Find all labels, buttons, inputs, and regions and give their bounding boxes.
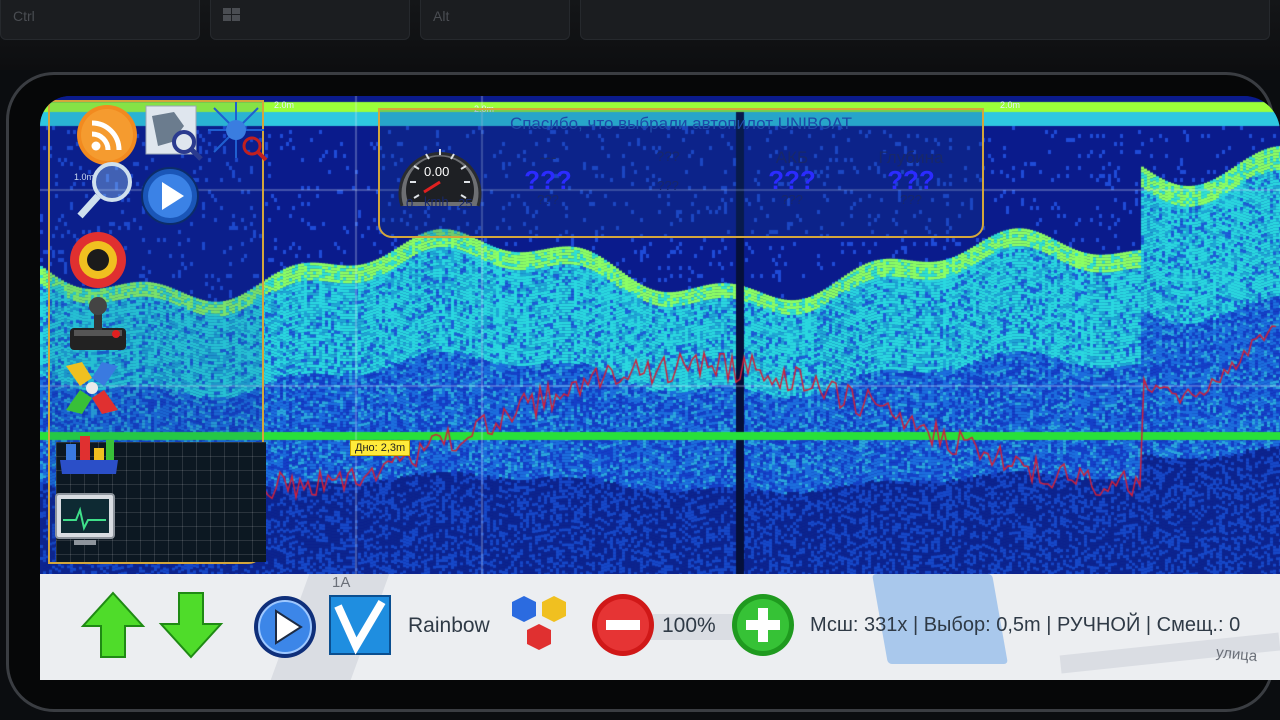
keyboard-edge: Ctrl Alt: [0, 0, 1280, 70]
windows-key: [210, 0, 410, 40]
info-panel-title: Спасибо, что выбрали автопилот UNIBOAT: [509, 114, 853, 133]
alt-key: Alt: [420, 0, 570, 40]
speed-max: 25: [458, 196, 473, 211]
speedometer-icon: [394, 136, 486, 233]
map-label: улица: [1215, 643, 1259, 666]
scale-tick: 2.0m: [274, 100, 295, 110]
target-icon[interactable]: [68, 230, 128, 295]
arrow-down-icon[interactable]: [158, 590, 224, 665]
plus-icon[interactable]: [730, 592, 796, 663]
info-panel: Спасибо, что выбрали автопилот UNIBOAT 0…: [378, 108, 984, 238]
zoom-icon[interactable]: [76, 160, 136, 227]
zoom-percent: 100%: [662, 614, 716, 637]
info-column: --- ??? ???: [524, 148, 572, 207]
arrow-up-icon[interactable]: [80, 590, 146, 665]
bottom-toolbar: 1А улица Rainbow 100% Мсш: 331x | Выбор:…: [40, 574, 1280, 680]
cross-arrows-icon[interactable]: [62, 358, 122, 423]
info-column-depth: Глубина ??? ???: [878, 148, 944, 207]
ctrl-key: Ctrl: [0, 0, 200, 40]
alaska-map-search-icon[interactable]: [144, 102, 204, 167]
windows-icon: [223, 8, 241, 25]
joystick-icon[interactable]: [68, 296, 128, 357]
palette-name: Rainbow: [408, 614, 490, 637]
info-column-battery: АКБ ??? ???: [768, 148, 816, 207]
speed-min: 0: [406, 196, 414, 211]
status-line: Мсш: 331x | Выбор: 0,5m | РУЧНОЙ | Смещ.…: [810, 614, 1241, 636]
speed-value: 0.00: [424, 164, 450, 179]
minus-icon[interactable]: [590, 592, 656, 663]
play-icon[interactable]: [140, 166, 200, 231]
speed-unit: kmh: [424, 194, 449, 209]
sonar-sweep-icon[interactable]: [206, 100, 268, 167]
monitor-icon[interactable]: [54, 492, 116, 553]
map-label: 1А: [332, 574, 351, 591]
color-palette-icon[interactable]: [508, 592, 570, 661]
equalizer-icon[interactable]: [58, 432, 120, 481]
play-icon[interactable]: [252, 594, 318, 665]
checkmark-icon[interactable]: [328, 592, 392, 663]
info-column: ??? ???: [656, 148, 680, 193]
bottom-depth-label: Дно: 2,3m: [350, 440, 411, 456]
scale-tick: 2.0m: [1000, 100, 1021, 110]
space-key: [580, 0, 1270, 40]
app-screen: 2.0m 1.0m 2.0m 2.0m Спасибо, что выбрали…: [40, 96, 1280, 680]
